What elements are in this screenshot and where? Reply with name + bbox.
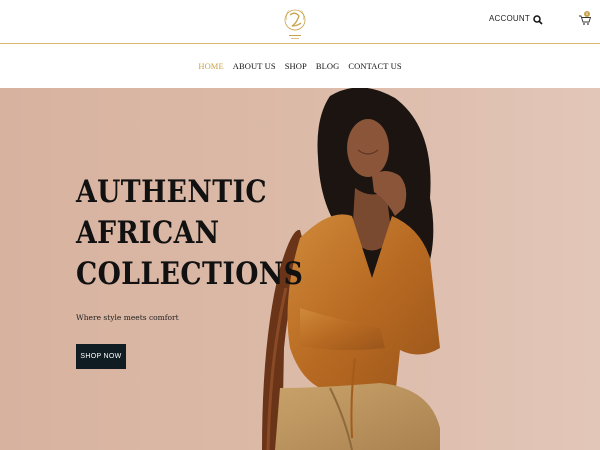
site-logo[interactable] bbox=[281, 2, 309, 42]
hero-title-line: AFRICAN bbox=[76, 215, 220, 251]
hero-subtitle: Where style meets comfort bbox=[76, 313, 179, 322]
shop-now-button[interactable]: SHOP NOW bbox=[76, 344, 126, 369]
cart-count-badge: 0 bbox=[584, 11, 590, 17]
nav-item-contact-us[interactable]: CONTACT US bbox=[348, 61, 401, 71]
nav-item-about-us[interactable]: ABOUT US bbox=[233, 61, 276, 71]
hero-title: AUTHENTIC AFRICAN COLLECTIONS bbox=[76, 172, 303, 295]
site-header: ACCOUNT 0 bbox=[0, 0, 600, 44]
nav-item-home[interactable]: HOME bbox=[198, 61, 223, 71]
nav-item-blog[interactable]: BLOG bbox=[316, 61, 340, 71]
hero-title-line: AUTHENTIC bbox=[76, 174, 268, 210]
main-navigation: HOME ABOUT US SHOP BLOG CONTACT US bbox=[0, 45, 600, 87]
monogram-logo-icon bbox=[284, 9, 306, 39]
hero-banner: AUTHENTIC AFRICAN COLLECTIONS Where styl… bbox=[0, 88, 600, 450]
nav-item-shop[interactable]: SHOP bbox=[285, 61, 307, 71]
account-link[interactable]: ACCOUNT bbox=[489, 14, 530, 23]
search-button[interactable] bbox=[533, 15, 543, 25]
hero-title-line: COLLECTIONS bbox=[76, 256, 304, 292]
nav-list: HOME ABOUT US SHOP BLOG CONTACT US bbox=[0, 45, 600, 87]
search-icon bbox=[533, 15, 543, 25]
